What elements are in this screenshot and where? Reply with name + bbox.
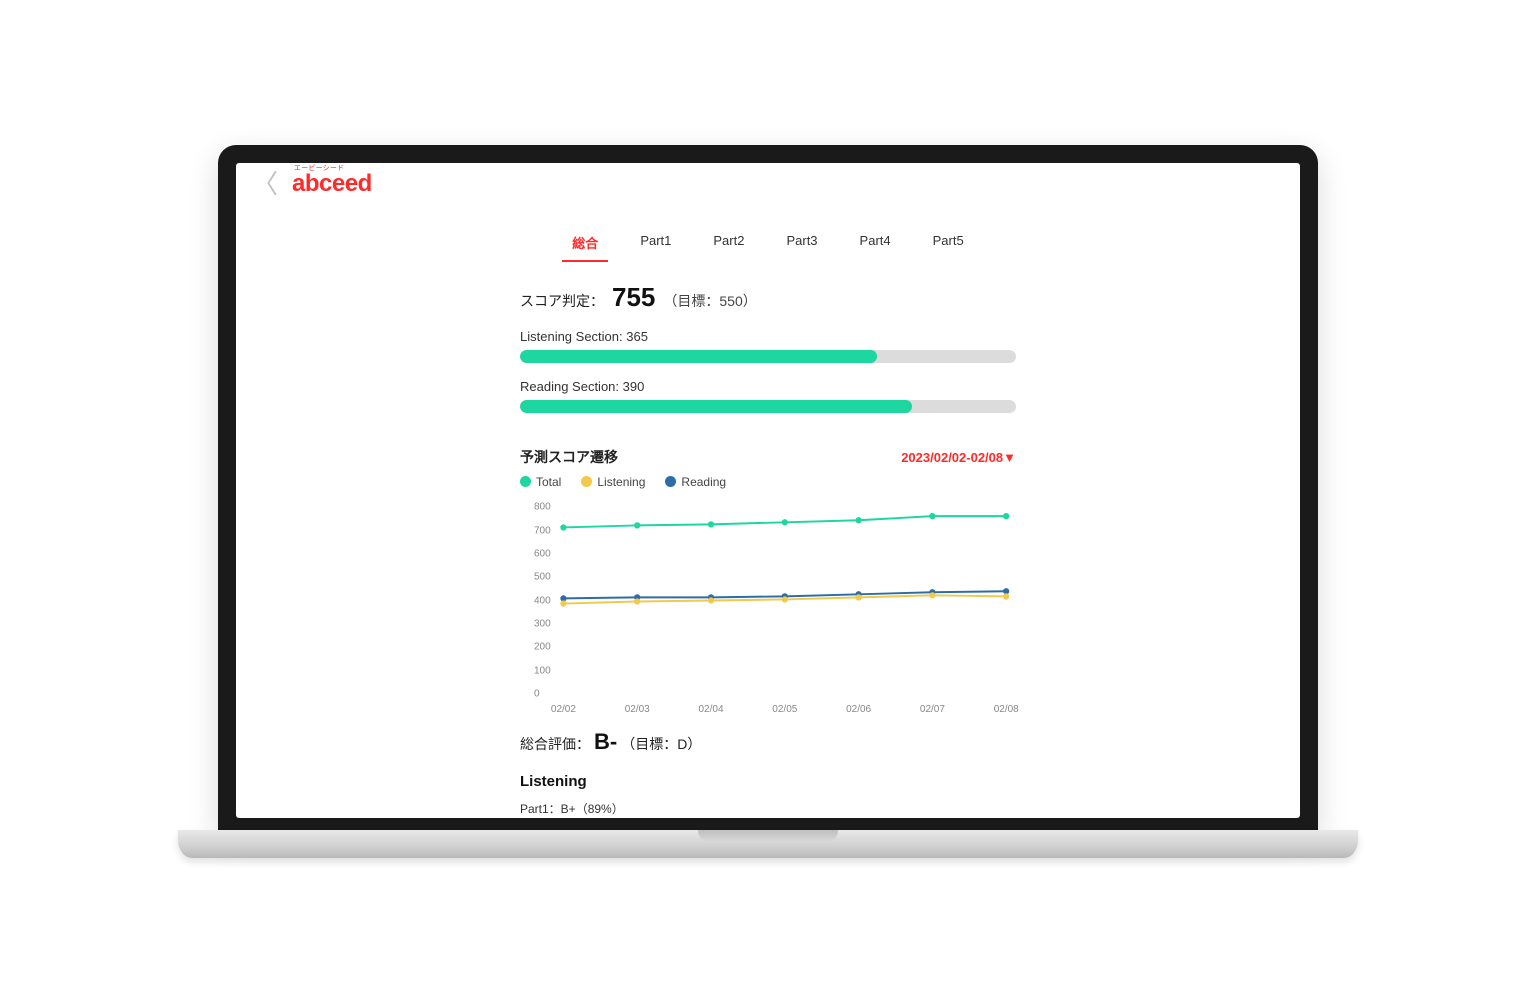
part1-score: Part1：B+（89%） [520, 800, 1016, 817]
y-tick-label: 0 [534, 688, 540, 699]
y-tick-label: 300 [534, 618, 551, 629]
chart-title: 予測スコア遷移 [520, 447, 618, 467]
brand-ruby: エービーシード [294, 163, 344, 173]
chart-area: 010020030040050060070080002/0202/0302/04… [536, 501, 1016, 701]
app-screen: 〈 エービーシード abceed 総合 Part1 Part2 Part3 Part4 P… [236, 163, 1300, 818]
y-tick-label: 600 [534, 548, 551, 559]
legend-dot-icon [665, 476, 676, 487]
tab-part3[interactable]: Part3 [782, 227, 821, 262]
x-tick-label: 02/05 [772, 704, 797, 715]
data-point [855, 517, 861, 523]
overall-rating: 総合評価： B- （目標：D） [520, 729, 1016, 755]
data-point [929, 513, 935, 519]
chart-legend: Total Listening Reading [520, 475, 1016, 489]
app-header: 〈 エービーシード abceed [236, 163, 1300, 201]
x-tick-label: 02/06 [846, 704, 871, 715]
score-label: スコア判定： [520, 291, 604, 311]
tab-part2[interactable]: Part2 [709, 227, 748, 262]
rating-value: B- [594, 729, 617, 755]
x-tick-label: 02/03 [625, 704, 650, 715]
x-tick-label: 02/02 [551, 704, 576, 715]
tab-総合[interactable]: 総合 [568, 227, 602, 262]
data-point [708, 597, 714, 603]
progress-bar [520, 400, 1016, 413]
data-point [1003, 513, 1009, 519]
y-tick-label: 800 [534, 502, 551, 513]
laptop-bezel: 〈 エービーシード abceed 総合 Part1 Part2 Part3 Part4 P… [218, 145, 1318, 830]
score-summary: スコア判定： 755 （目標：550） [520, 282, 1016, 313]
data-point [708, 521, 714, 527]
rating-label: 総合評価： [520, 734, 590, 754]
progress-fill [520, 350, 877, 363]
line-chart [536, 501, 1016, 677]
data-point [560, 524, 566, 530]
laptop-base [178, 830, 1358, 858]
tabs: 総合 Part1 Part2 Part3 Part4 Part5 [236, 227, 1300, 262]
section-label: Listening Section: 365 [520, 329, 1016, 344]
legend-label: Listening [597, 475, 645, 489]
brand-logo[interactable]: エービーシード abceed [292, 170, 372, 198]
data-point [560, 600, 566, 606]
listening-heading: Listening [520, 773, 1016, 790]
data-point [782, 596, 788, 602]
data-point [929, 592, 935, 598]
x-tick-label: 02/04 [699, 704, 724, 715]
laptop-notch [698, 830, 838, 841]
data-point [634, 522, 640, 528]
y-tick-label: 400 [534, 595, 551, 606]
data-point [1003, 593, 1009, 599]
score-value: 755 [612, 282, 655, 313]
laptop-frame: 〈 エービーシード abceed 総合 Part1 Part2 Part3 Part4 P… [218, 145, 1318, 858]
section-label: Reading Section: 390 [520, 379, 1016, 394]
y-tick-label: 700 [534, 525, 551, 536]
legend-label: Total [536, 475, 561, 489]
brand-text: abceed [292, 170, 372, 197]
tab-part5[interactable]: Part5 [929, 227, 968, 262]
y-tick-label: 100 [534, 665, 551, 676]
back-icon[interactable]: 〈 [248, 169, 282, 199]
x-tick-label: 02/07 [920, 704, 945, 715]
legend-item-listening: Listening [581, 475, 645, 489]
chart-header: 予測スコア遷移 2023/02/02-02/08▼ [520, 447, 1016, 467]
data-point [782, 519, 788, 525]
legend-label: Reading [681, 475, 726, 489]
x-tick-label: 02/08 [994, 704, 1019, 715]
main-pane: スコア判定： 755 （目標：550） Listening Section: 3… [508, 262, 1028, 818]
tab-part1[interactable]: Part1 [636, 227, 675, 262]
data-point [855, 594, 861, 600]
legend-item-total: Total [520, 475, 561, 489]
data-point [634, 598, 640, 604]
y-tick-label: 500 [534, 572, 551, 583]
progress-bar [520, 350, 1016, 363]
tab-part4[interactable]: Part4 [856, 227, 895, 262]
date-range-picker[interactable]: 2023/02/02-02/08▼ [901, 450, 1016, 465]
progress-fill [520, 400, 912, 413]
score-target: （目標：550） [663, 291, 756, 311]
y-tick-label: 200 [534, 642, 551, 653]
legend-item-reading: Reading [665, 475, 726, 489]
legend-dot-icon [520, 476, 531, 487]
rating-target: （目標：D） [621, 734, 701, 754]
legend-dot-icon [581, 476, 592, 487]
